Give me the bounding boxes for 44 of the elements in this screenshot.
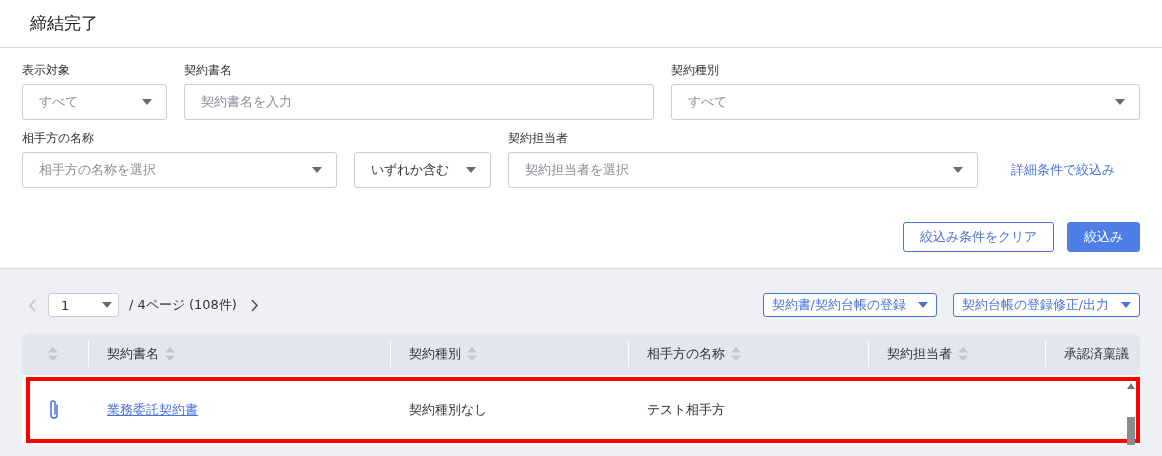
advanced-filter-link[interactable]: 詳細条件で絞込み: [1011, 161, 1115, 179]
select-field[interactable]: すべて: [671, 84, 1140, 120]
dropdown-button[interactable]: 契約書/契約台帳の登録: [762, 293, 937, 317]
page-summary: / 4ページ (108件): [129, 296, 237, 314]
column-header[interactable]: 契約種別: [409, 345, 461, 363]
field-label: 表示対象: [22, 62, 71, 79]
caret-icon: [102, 302, 112, 308]
table-cell: 契約種別なし: [409, 401, 487, 419]
sort-icon[interactable]: [958, 347, 968, 361]
sort-icon[interactable]: [731, 347, 741, 361]
page-select[interactable]: 1: [48, 293, 119, 317]
select-field[interactable]: 相手方の名称を選択: [22, 152, 337, 188]
column-header[interactable]: 承認済稟議: [1064, 345, 1129, 363]
caret-icon: [1115, 99, 1125, 105]
sort-icon[interactable]: [467, 347, 477, 361]
field-label: 契約担当者: [508, 130, 569, 147]
caret-icon: [466, 167, 476, 173]
select-field[interactable]: すべて: [22, 84, 167, 120]
input-field[interactable]: 契約書名を入力: [184, 84, 654, 120]
sort-icon[interactable]: [165, 347, 175, 361]
caret-icon: [953, 167, 963, 173]
caret-icon: [1121, 302, 1131, 308]
column-header[interactable]: 契約担当者: [887, 345, 952, 363]
dropdown-button[interactable]: 契約台帳の登録修正/出力: [952, 293, 1140, 317]
select-field[interactable]: 契約担当者を選択: [508, 152, 978, 188]
column-header[interactable]: 契約書名: [107, 345, 159, 363]
field-label: 契約種別: [671, 62, 720, 79]
chevron-right-icon[interactable]: [250, 298, 259, 312]
caret-icon: [142, 99, 152, 105]
scroll-up-icon[interactable]: [1127, 383, 1135, 389]
select-field[interactable]: いずれか含む: [354, 152, 491, 188]
field-label: 相手方の名称: [22, 130, 95, 147]
field-label: 契約書名: [184, 62, 233, 79]
filter-button[interactable]: 絞込み: [1067, 222, 1140, 252]
page-title: 締結完了: [30, 12, 98, 35]
caret-icon: [312, 167, 322, 173]
document-link[interactable]: 業務委託契約書: [107, 401, 198, 419]
clear-button[interactable]: 絞込み条件をクリア: [903, 222, 1054, 252]
table-cell: テスト相手方: [647, 401, 725, 419]
caret-icon: [917, 302, 928, 308]
scrollbar[interactable]: [1126, 383, 1136, 445]
column-header[interactable]: 相手方の名称: [647, 345, 725, 363]
sort-icon[interactable]: [48, 347, 58, 361]
paperclip-icon[interactable]: [48, 399, 60, 421]
